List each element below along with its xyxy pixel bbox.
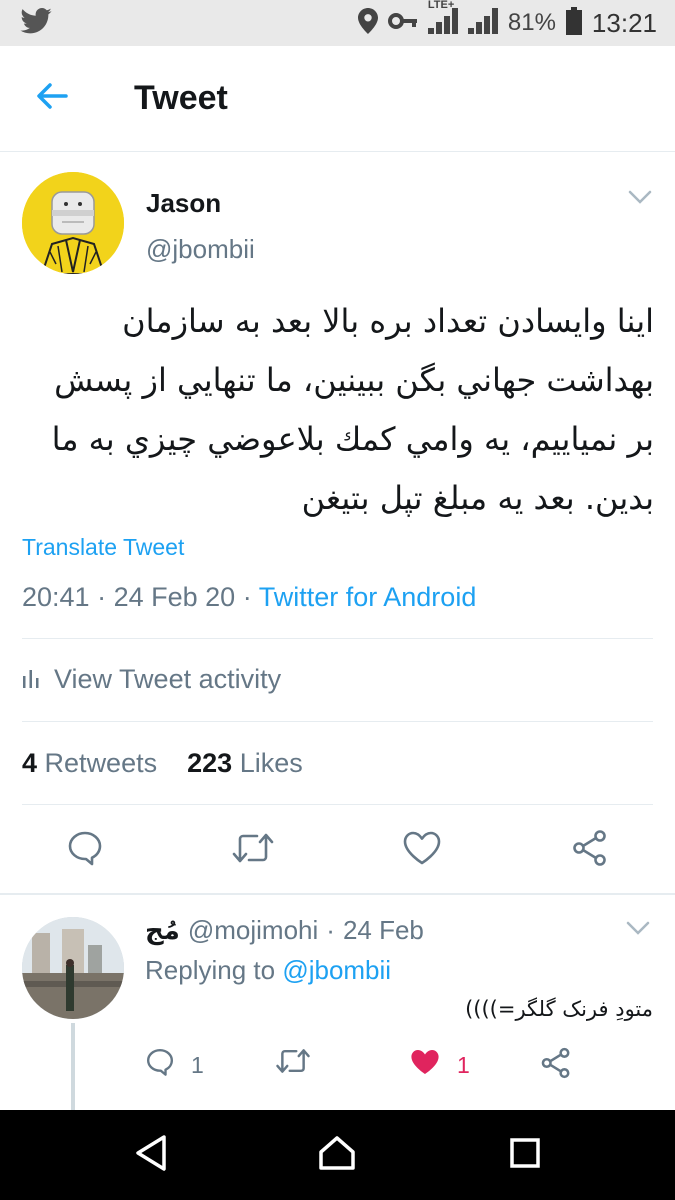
- twitter-icon: [20, 7, 52, 39]
- reply-reply-button[interactable]: 1: [145, 1047, 204, 1083]
- reply-retweet-button[interactable]: [275, 1047, 311, 1081]
- key-icon: [387, 12, 418, 35]
- tweet-time: 20:41: [22, 582, 90, 612]
- tweet-actions: [0, 828, 675, 880]
- reply-tweet[interactable]: مُج @mojimohi · 24 Feb Replying to @jbom…: [0, 895, 675, 1110]
- tweet-date: 24 Feb 20: [113, 582, 236, 612]
- author-handle[interactable]: @jbombii: [146, 234, 255, 265]
- arrow-left-icon: [36, 83, 68, 114]
- divider: [22, 804, 653, 805]
- home-icon: [317, 1134, 357, 1177]
- reply-reply-count: 1: [191, 1051, 204, 1078]
- signal-icon: LTE+: [427, 0, 458, 39]
- battery-icon: [565, 6, 582, 40]
- retweet-button[interactable]: [231, 828, 275, 872]
- replying-to-link[interactable]: @jbombii: [282, 955, 391, 985]
- page-title: Tweet: [134, 79, 228, 117]
- heart-icon: [402, 830, 442, 871]
- likes-count: 223: [187, 748, 233, 778]
- status-bar: LTE+ 81% 13:21: [0, 0, 675, 46]
- reply-separator: ·: [326, 915, 335, 945]
- tweet-text: اینا وایسادن تعداد بره بالا بعد به سازما…: [51, 302, 654, 517]
- reply-avatar[interactable]: [22, 917, 124, 1019]
- replying-to: Replying to @jbombii: [145, 955, 391, 986]
- share-icon: [540, 1047, 572, 1085]
- signal-icon-2: [467, 7, 498, 39]
- author-name[interactable]: Jason: [146, 188, 221, 219]
- clock: 13:21: [591, 7, 657, 38]
- likes-label: Likes: [239, 748, 303, 778]
- chevron-down-icon: [628, 190, 652, 208]
- retweets-label: Retweets: [44, 748, 158, 778]
- divider: [22, 638, 653, 639]
- reply-header: مُج @mojimohi · 24 Feb: [145, 915, 424, 946]
- triangle-back-icon: [134, 1134, 168, 1177]
- reply-icon: [66, 829, 104, 872]
- reply-text: متودِ فرنک گلگر=)))): [465, 997, 653, 1021]
- tweet-source-link[interactable]: Twitter for Android: [259, 582, 477, 612]
- replying-prefix: Replying to: [145, 955, 276, 985]
- bar-chart-icon: [22, 664, 40, 695]
- reply-like-button[interactable]: 1: [409, 1047, 470, 1083]
- retweets-count: 4: [22, 748, 38, 778]
- reply-icon: [145, 1047, 175, 1083]
- back-button[interactable]: [22, 69, 82, 129]
- tweet-stats: 4 Retweets 223 Likes: [22, 748, 303, 779]
- chevron-down-icon: [626, 921, 650, 939]
- app-header: Tweet: [0, 46, 675, 152]
- reply-like-count: 1: [457, 1051, 470, 1078]
- location-icon: [357, 7, 378, 39]
- battery-percent: 81%: [507, 9, 556, 36]
- avatar[interactable]: [22, 172, 124, 274]
- translate-tweet-link[interactable]: Translate Tweet: [22, 534, 184, 561]
- tweet-meta: 20:41 · 24 Feb 20 · Twitter for Android: [22, 582, 476, 613]
- reply-author-name[interactable]: مُج: [145, 915, 180, 946]
- meta-separator: ·: [97, 582, 107, 612]
- retweet-icon: [231, 831, 275, 870]
- share-button[interactable]: [568, 828, 612, 872]
- likes-stat[interactable]: 223 Likes: [187, 748, 303, 778]
- view-tweet-activity-button[interactable]: View Tweet activity: [22, 664, 281, 695]
- nav-recents-button[interactable]: [502, 1132, 548, 1178]
- retweet-icon: [275, 1047, 311, 1081]
- divider: [22, 721, 653, 722]
- system-nav-bar: [0, 1110, 675, 1200]
- reply-button[interactable]: [63, 828, 107, 872]
- activity-label: View Tweet activity: [54, 664, 282, 694]
- reply-menu-button[interactable]: [626, 921, 650, 940]
- share-icon: [571, 829, 609, 872]
- square-recents-icon: [509, 1137, 541, 1174]
- thread-line: [71, 1023, 75, 1110]
- reply-share-button[interactable]: [540, 1047, 572, 1085]
- reply-author-handle[interactable]: @mojimohi: [188, 915, 318, 946]
- tweet-menu-button[interactable]: [628, 190, 652, 209]
- nav-back-button[interactable]: [128, 1132, 174, 1178]
- nav-home-button[interactable]: [314, 1132, 360, 1178]
- reply-date: 24 Feb: [342, 915, 424, 945]
- network-type: LTE+: [427, 0, 455, 11]
- heart-filled-icon: [409, 1047, 441, 1083]
- meta-separator-2: ·: [242, 582, 252, 612]
- retweets-stat[interactable]: 4 Retweets: [22, 748, 157, 778]
- like-button[interactable]: [400, 828, 444, 872]
